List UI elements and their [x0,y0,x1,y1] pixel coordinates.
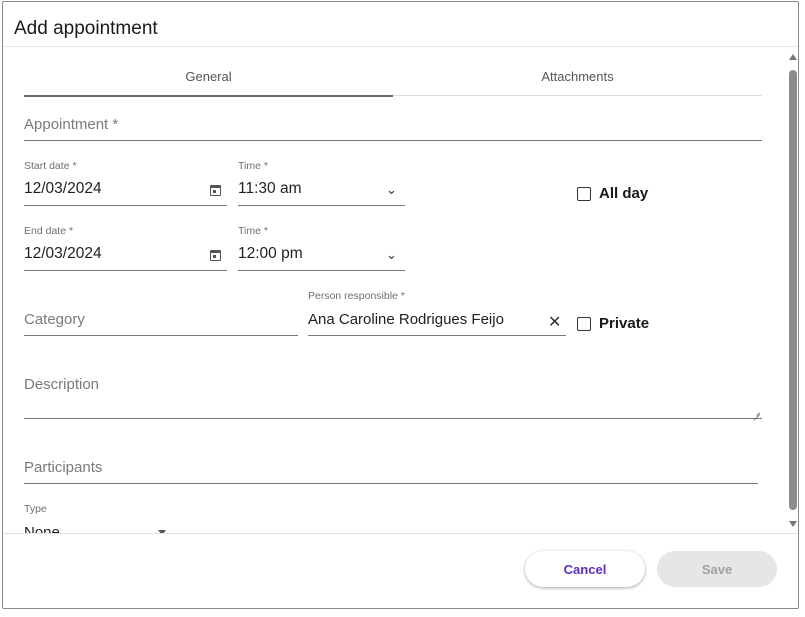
end-time-label: Time * [238,225,268,237]
type-value: None [24,524,60,533]
close-icon[interactable]: ✕ [548,312,561,332]
scroll-down-icon[interactable] [789,521,797,527]
footer-divider [3,533,798,534]
scroll-up-icon[interactable] [789,54,797,60]
start-time-value: 11:30 am [238,180,302,197]
start-time-field[interactable]: Time * 11:30 am ⌄ [238,160,405,206]
chevron-down-icon[interactable]: ⌄ [386,182,397,198]
appointment-field[interactable]: Appointment * [24,108,762,141]
start-date-field[interactable]: Start date * 12/03/2024 [24,160,227,206]
title-divider [3,46,798,47]
start-time-label: Time * [238,160,268,172]
private-checkbox[interactable] [577,316,591,331]
calendar-icon[interactable] [210,250,221,261]
tab-bar: General Attachments [24,57,762,97]
person-responsible-label: Person responsible * [308,290,405,302]
private-checkbox-row[interactable]: Private [577,315,649,332]
add-appointment-dialog: Add appointment General Attachments Appo… [2,1,799,609]
tab-attachments[interactable]: Attachments [393,57,762,96]
tab-general[interactable]: General [24,57,393,97]
all-day-checkbox[interactable] [577,186,591,201]
all-day-label: All day [599,185,649,202]
type-label: Type [24,503,47,515]
person-responsible-field[interactable]: Person responsible * Ana Caroline Rodrig… [308,290,566,336]
appointment-placeholder: Appointment * [24,116,119,133]
participants-placeholder: Participants [24,459,103,476]
end-time-field[interactable]: Time * 12:00 pm ⌄ [238,225,405,271]
person-responsible-value: Ana Caroline Rodrigues Feijo [308,311,504,328]
start-date-label: Start date * [24,160,77,172]
cancel-button[interactable]: Cancel [525,551,645,587]
all-day-checkbox-row[interactable]: All day [577,185,648,202]
chevron-down-icon[interactable]: ⌄ [386,247,397,263]
scrollbar[interactable] [788,50,798,535]
save-button[interactable]: Save [657,551,777,587]
resize-handle-icon[interactable] [752,407,760,415]
end-date-value: 12/03/2024 [24,245,102,262]
end-date-label: End date * [24,225,74,237]
participants-field[interactable]: Participants [24,450,758,484]
category-placeholder: Category [24,311,85,328]
calendar-icon[interactable] [210,185,221,196]
category-field[interactable]: Category [24,302,298,336]
description-field[interactable]: Description [24,368,762,419]
private-label: Private [599,315,650,332]
end-date-field[interactable]: End date * 12/03/2024 [24,225,227,271]
end-time-value: 12:00 pm [238,245,303,262]
start-date-value: 12/03/2024 [24,180,102,197]
description-placeholder: Description [24,376,100,393]
type-field[interactable]: Type None [24,503,174,533]
scrollbar-thumb[interactable] [789,70,797,510]
dialog-title: Add appointment [14,18,158,39]
